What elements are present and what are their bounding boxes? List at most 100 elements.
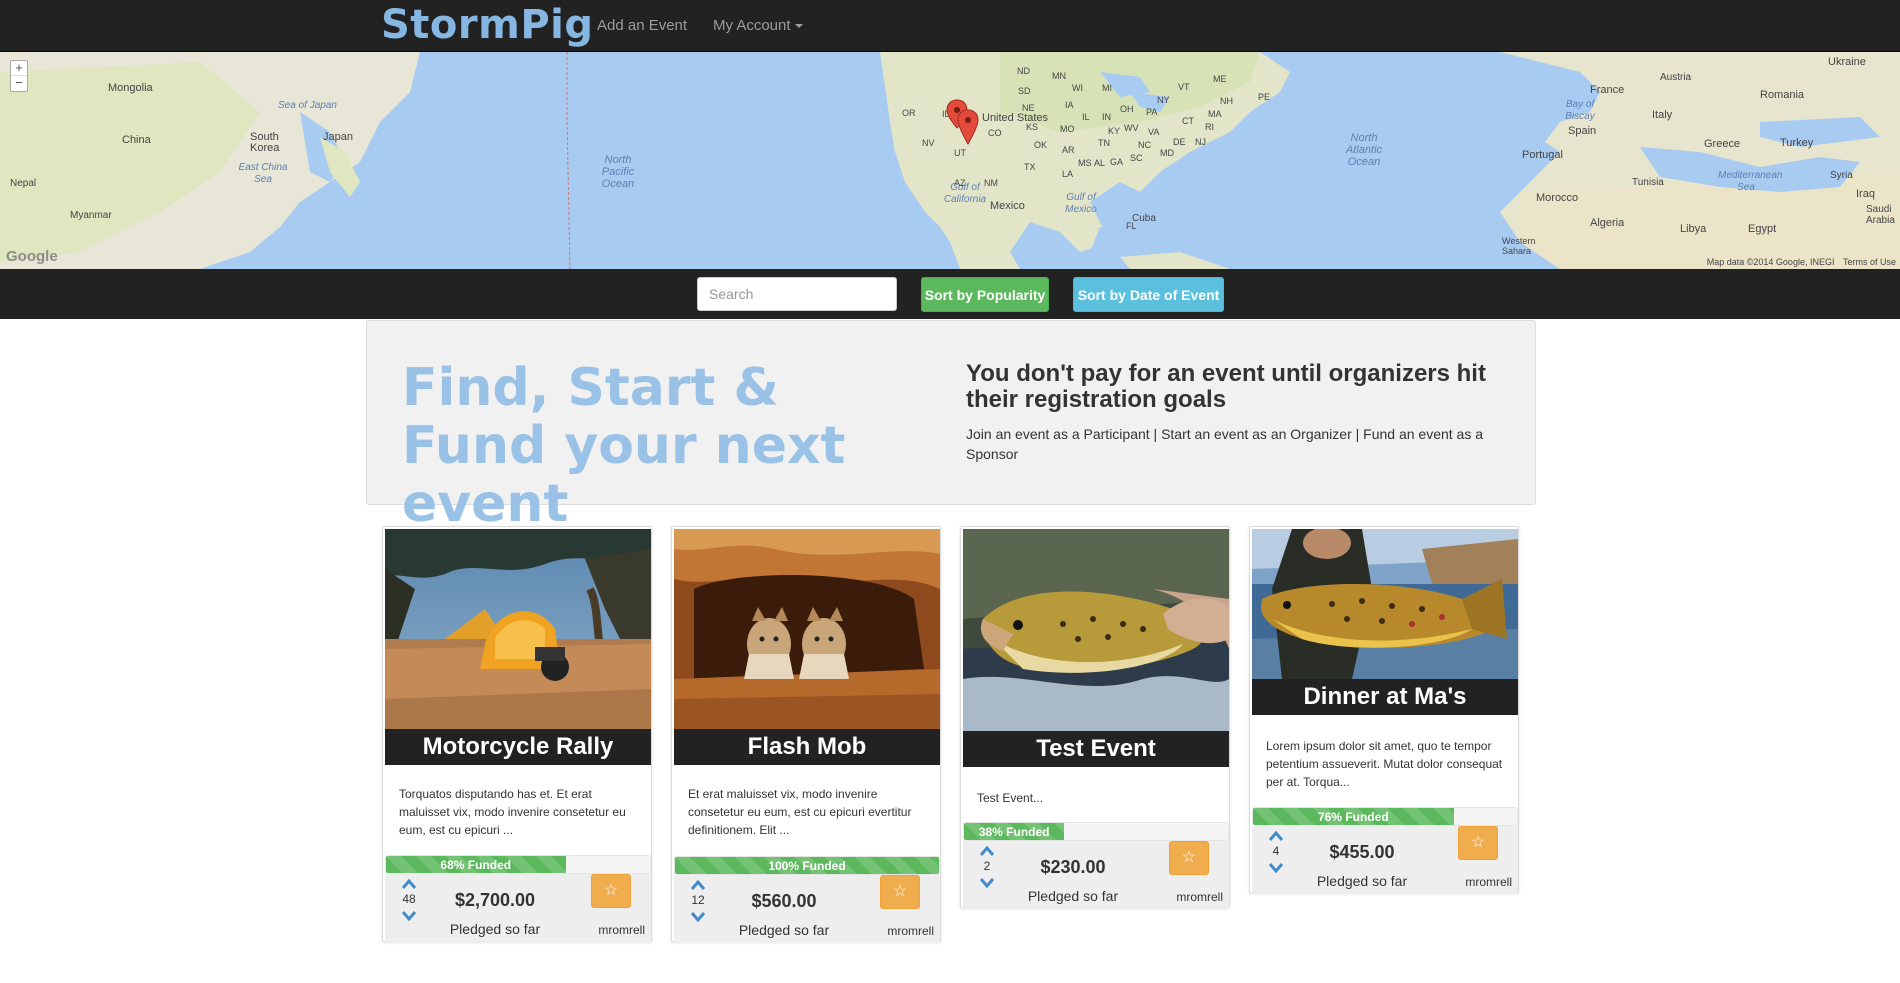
favorite-star-button[interactable]: ☆ [880, 875, 920, 909]
search-input[interactable] [697, 277, 897, 311]
map-marker-icon[interactable] [957, 109, 979, 145]
favorite-star-button[interactable]: ☆ [591, 874, 631, 908]
nav-my-account-label: My Account [713, 17, 791, 34]
map-label-egypt: Egypt [1748, 223, 1777, 235]
sort-date-button[interactable]: Sort by Date of Event [1073, 277, 1224, 312]
state-nm: NM [984, 178, 998, 188]
event-image-dinner[interactable] [1252, 529, 1518, 679]
pledged-amount: $560.00 [751, 891, 817, 911]
state-va: VA [1148, 127, 1160, 137]
pledged-label: Pledged so far [738, 922, 830, 938]
pledged-amount: $455.00 [1329, 842, 1395, 862]
event-title[interactable]: Flash Mob [674, 729, 940, 765]
state-pa: PA [1146, 107, 1158, 117]
chevron-down-icon[interactable] [401, 910, 417, 922]
event-image-flash-mob[interactable] [674, 529, 940, 729]
chevron-up-icon[interactable] [690, 879, 706, 891]
sort-popularity-button[interactable]: Sort by Popularity [921, 277, 1049, 312]
chevron-up-icon[interactable] [979, 845, 995, 857]
favorite-star-button[interactable]: ☆ [1169, 841, 1209, 875]
map-label-north-pacific: North Pacific Ocean [601, 154, 635, 190]
map-terms-link[interactable]: Terms of Use [1843, 257, 1896, 267]
map-label-sea-of-japan: Sea of Japan [278, 100, 337, 111]
event-card[interactable]: Test Event Test Event... 38% Funded 2 $2… [960, 526, 1230, 909]
chevron-up-icon[interactable] [1268, 830, 1284, 842]
map-zoom-control: + − [10, 60, 28, 92]
state-nh: NH [1220, 96, 1233, 106]
state-mi: MI [1102, 83, 1112, 93]
map-label-tunisia: Tunisia [1632, 177, 1664, 188]
event-card[interactable]: Motorcycle Rally Torquatos disputando ha… [382, 526, 652, 942]
event-title[interactable]: Motorcycle Rally [385, 729, 651, 765]
funding-progress-bar: 76% Funded [1253, 808, 1454, 825]
state-nj: NJ [1195, 137, 1206, 147]
event-author[interactable]: mromrell [1176, 890, 1223, 904]
funding-progress-bar: 68% Funded [386, 856, 566, 873]
state-wv: WV [1124, 123, 1139, 133]
map-label-spain: Spain [1568, 125, 1597, 137]
funding-progress: 68% Funded [385, 855, 651, 874]
map-label-mediterranean: Mediterranean Sea [1718, 170, 1783, 193]
pledged-amount: $230.00 [1040, 857, 1106, 877]
event-title[interactable]: Test Event [963, 731, 1229, 767]
chevron-down-icon[interactable] [690, 911, 706, 923]
state-pe: PE [1258, 92, 1271, 102]
state-ga: GA [1110, 157, 1124, 167]
event-description: Lorem ipsum dolor sit amet, quo te tempo… [1266, 739, 1503, 789]
state-ks: KS [1026, 122, 1039, 132]
brand-logo[interactable]: StormPig [381, 2, 593, 48]
hero-subtext: Join an event as a Participant | Start a… [966, 426, 1484, 462]
vote-count: 48 [402, 892, 416, 906]
event-image-motorcycle[interactable] [385, 529, 651, 729]
state-nd: ND [1017, 66, 1030, 76]
chevron-down-icon[interactable] [1268, 862, 1284, 874]
pledged-label: Pledged so far [449, 921, 541, 937]
event-description: Test Event... [977, 791, 1044, 805]
zoom-in-button[interactable]: + [11, 61, 27, 76]
map-label-saudi-arabia: Saudi Arabia [1866, 204, 1895, 226]
map-label-united-states: United States [982, 112, 1049, 124]
state-in: IN [1102, 112, 1111, 122]
event-author[interactable]: mromrell [1465, 875, 1512, 889]
event-footer: 48 $2,700.00 Pledged so far ☆ mromrell [385, 874, 651, 942]
event-map[interactable]: + − Mongolia China South Korea Japan Sea… [0, 52, 1900, 269]
map-label-italy: Italy [1652, 109, 1673, 121]
state-nv: NV [922, 138, 935, 148]
map-label-north-atlantic: North Atlantic Ocean [1345, 132, 1383, 168]
map-label-france: France [1590, 84, 1625, 96]
chevron-down-icon[interactable] [979, 877, 995, 889]
event-card[interactable]: Dinner at Ma's Lorem ipsum dolor sit ame… [1249, 526, 1519, 894]
favorite-star-button[interactable]: ☆ [1458, 826, 1498, 860]
state-ar: AR [1062, 145, 1075, 155]
nav-add-event[interactable]: Add an Event [597, 17, 687, 34]
state-ok: OK [1034, 140, 1048, 150]
nav-my-account[interactable]: My Account [713, 17, 803, 34]
funding-progress-bar: 38% Funded [964, 823, 1065, 840]
funding-progress-bar: 100% Funded [675, 857, 939, 874]
state-az: AZ [954, 178, 966, 188]
event-author[interactable]: mromrell [887, 924, 934, 938]
state-fl: FL [1126, 221, 1137, 231]
state-mo: MO [1060, 124, 1075, 134]
event-footer: 4 $455.00 Pledged so far ☆ mromrell [1252, 826, 1518, 894]
caret-down-icon [794, 24, 803, 29]
vote-count: 12 [691, 893, 705, 907]
funding-progress: 100% Funded [674, 856, 940, 875]
hero-banner: Find, Start & Fund your next event You d… [366, 320, 1536, 533]
map-label-libya: Libya [1680, 223, 1707, 235]
chevron-up-icon[interactable] [401, 878, 417, 890]
vote-count: 2 [983, 859, 991, 873]
event-author[interactable]: mromrell [598, 923, 645, 937]
event-title[interactable]: Dinner at Ma's [1252, 679, 1518, 715]
state-vt: VT [1178, 82, 1190, 92]
state-ri: RI [1205, 122, 1214, 132]
map-label-mongolia: Mongolia [108, 82, 153, 94]
event-image-test-event[interactable] [963, 529, 1229, 731]
zoom-out-button[interactable]: − [11, 76, 27, 91]
map-label-china: China [122, 134, 151, 146]
state-oh: OH [1120, 104, 1134, 114]
state-md: MD [1160, 148, 1174, 158]
event-card[interactable]: Flash Mob Et erat maluisset vix, modo in… [671, 526, 941, 943]
map-label-myanmar: Myanmar [70, 210, 112, 221]
state-ny: NY [1157, 95, 1170, 105]
